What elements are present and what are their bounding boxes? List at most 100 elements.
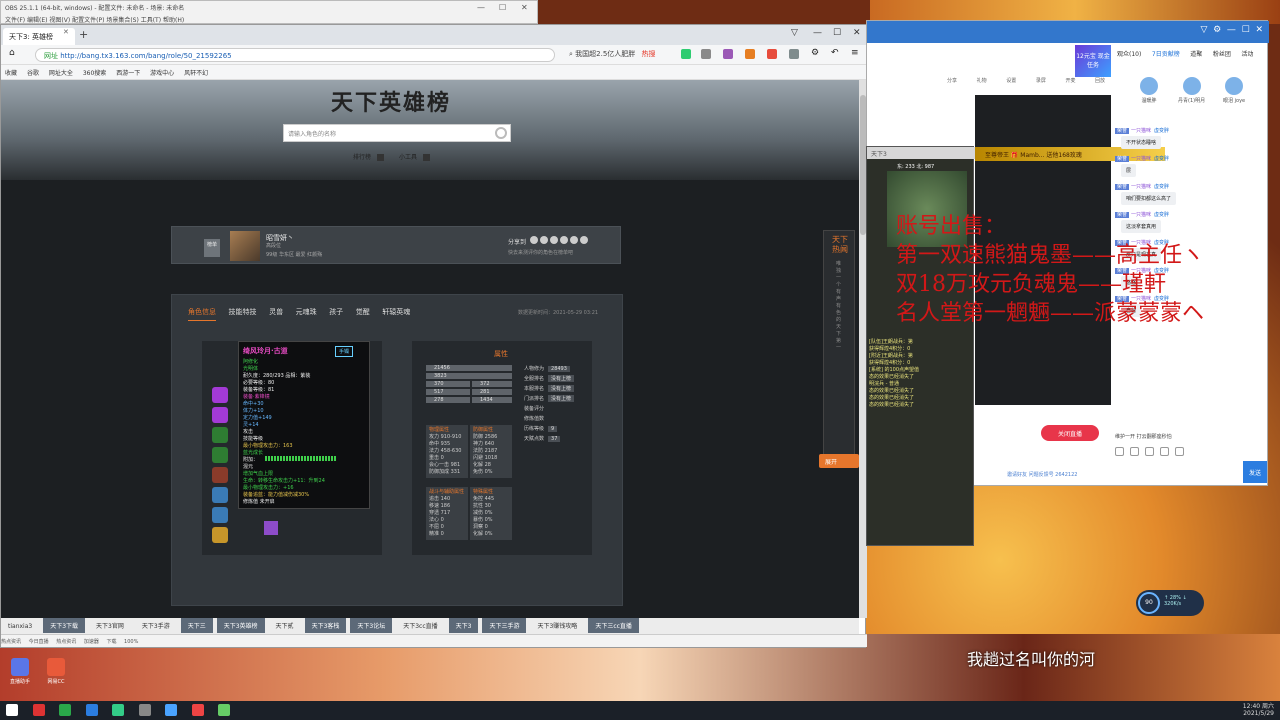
settings-icon[interactable]: ⚙ [811, 48, 819, 58]
window-controls[interactable]: ▽ ⚙ — ☐ ✕ [1200, 25, 1263, 35]
new-tab-icon[interactable]: + [79, 28, 88, 41]
tools-icon[interactable] [701, 49, 711, 59]
tab-props[interactable]: 道聚 [1190, 49, 1202, 58]
tab-children[interactable]: 孩子 [329, 307, 343, 320]
equip-slot[interactable] [212, 447, 228, 463]
desktop-icon[interactable]: 网易CC [36, 658, 76, 685]
reward-badge[interactable]: 12元宝 现金任务 [1075, 45, 1111, 77]
quick-link[interactable]: 天下三cc直播 [588, 618, 639, 633]
maximize-icon[interactable]: ☐ [499, 3, 506, 12]
browser-window[interactable]: 天下3: 英雄榜 ✕ + ▽ — ☐ ✕ ⌂ 网址 http://bang.tx… [0, 24, 867, 648]
close-live-button[interactable]: 关闭直播 [1041, 425, 1099, 441]
emoji-icon[interactable] [1130, 447, 1139, 456]
equip-slot[interactable] [212, 467, 228, 483]
share-icon[interactable] [560, 236, 568, 244]
close-icon[interactable]: ✕ [521, 3, 528, 12]
quick-link[interactable]: 天下3客栈 [304, 618, 347, 633]
quick-link[interactable]: 天下贰 [269, 618, 301, 633]
equip-slot[interactable] [212, 507, 228, 523]
game-icon[interactable] [767, 49, 777, 59]
send-button[interactable]: 发送 [1243, 461, 1267, 483]
start-icon[interactable] [6, 704, 18, 716]
bookmark-item[interactable]: 谷歌 [27, 68, 39, 77]
toolbar-settings[interactable]: 设置 [1006, 77, 1016, 84]
tab-pets[interactable]: 灵兽 [269, 307, 283, 320]
quick-link[interactable]: 天下3 [448, 618, 479, 633]
contributor[interactable]: 温暖胖 [1129, 77, 1169, 104]
bookmark-item[interactable]: 360搜索 [83, 68, 106, 77]
status-item[interactable]: 加速器 [84, 638, 99, 645]
tab-fans[interactable]: 粉丝团 [1213, 49, 1231, 58]
bookmark-item[interactable]: 风轩不幻 [184, 68, 208, 77]
rank-link[interactable]: 排行榜 [353, 152, 385, 161]
quick-link[interactable]: 天下3手游 [135, 618, 177, 633]
equip-slot[interactable] [212, 387, 228, 403]
add-icon[interactable] [580, 236, 588, 244]
status-item[interactable]: 热点资讯 [56, 638, 76, 645]
bookmark-item[interactable]: 西游一下 [116, 68, 140, 77]
tab-soul-beads[interactable]: 元魂珠 [296, 307, 317, 320]
tab-close-icon[interactable]: ✕ [63, 28, 69, 36]
grid-icon[interactable] [789, 49, 799, 59]
status-item[interactable]: 热点资讯 [1, 638, 21, 645]
browser-icon[interactable] [85, 704, 98, 716]
app-icon[interactable] [112, 704, 125, 716]
share-icon[interactable] [570, 236, 578, 244]
extension-icon[interactable] [681, 49, 691, 59]
app-icon[interactable] [191, 704, 204, 716]
gift-icon[interactable] [1160, 447, 1169, 456]
bookmark-item[interactable]: 收藏 [5, 68, 17, 77]
toolbar-mic[interactable]: 开麦 [1065, 77, 1075, 84]
quick-link[interactable]: 天下3英雄榜 [216, 618, 265, 633]
extension-icon[interactable] [723, 49, 733, 59]
quick-link[interactable]: 天下三手游 [482, 618, 527, 633]
home-icon[interactable]: ⌂ [9, 48, 15, 58]
tab-contribution[interactable]: 7日贡献榜 [1152, 49, 1180, 58]
quick-link[interactable]: 天下3下载 [43, 618, 86, 633]
toolbar-replay[interactable]: 回放 [1095, 77, 1105, 84]
image-icon[interactable] [1145, 447, 1154, 456]
quick-link[interactable]: 天下3论坛 [350, 618, 393, 633]
search-icon[interactable] [495, 127, 507, 139]
scissors-icon[interactable] [1115, 447, 1124, 456]
tab-role-info[interactable]: 角色信息 [188, 307, 216, 321]
toolbar-share[interactable]: 分享 [947, 77, 957, 84]
quick-link[interactable]: tianxia3 [1, 620, 39, 633]
app-icon[interactable] [165, 704, 178, 716]
share-icon[interactable] [540, 236, 548, 244]
bottom-links[interactable]: 邀请好友 问题反馈号 2642122 [1007, 471, 1077, 478]
share-icon[interactable] [530, 236, 538, 244]
tab-audience[interactable]: 观众(10) [1117, 49, 1141, 58]
role-search-input[interactable]: 请输入角色的名称 [283, 124, 511, 142]
equip-slot[interactable] [212, 527, 228, 543]
game-window[interactable]: 天下3 东: 233 北: 987 [队伍]王朗战兵：第 获得辉煌4积分：0 [附近… [866, 146, 975, 546]
tab-skills[interactable]: 技能特技 [229, 307, 257, 320]
contributor[interactable]: 丹青(1)明月 [1172, 77, 1212, 104]
game-titlebar[interactable]: 天下3 [867, 147, 975, 159]
system-clock[interactable]: 12:40 周六 2021/5/29 [1243, 703, 1274, 717]
zoom-level[interactable]: 100% [124, 639, 138, 645]
toolbar-record[interactable]: 录屏 [1036, 77, 1046, 84]
app-icon[interactable] [59, 704, 72, 716]
toolbar-gift[interactable]: 礼物 [977, 77, 987, 84]
app-icon[interactable] [218, 704, 231, 716]
contributor[interactable]: 眼泪 joye [1214, 77, 1254, 104]
bookmark-item[interactable]: 游戏中心 [150, 68, 174, 77]
chat-icon[interactable] [1175, 447, 1184, 456]
expand-button[interactable]: 展开 [819, 454, 859, 468]
equip-slot[interactable] [212, 487, 228, 503]
minimize-icon[interactable]: — [477, 3, 485, 12]
extension-icon[interactable] [745, 49, 755, 59]
share-icon[interactable] [550, 236, 558, 244]
pet-icon[interactable] [264, 521, 278, 535]
search-hint[interactable]: ⌕ 我国超2.5亿人肥胖 热搜 [569, 49, 656, 59]
quick-link[interactable]: 天下3赚钱攻略 [530, 618, 584, 633]
status-item[interactable]: 今日直播 [29, 638, 49, 645]
quick-link[interactable]: 天下3cc直播 [396, 618, 444, 633]
desktop-icon[interactable]: 直播助手 [0, 658, 40, 685]
tab-events[interactable]: 活动 [1241, 49, 1253, 58]
quick-link[interactable]: 天下3官网 [89, 618, 131, 633]
obs-window[interactable]: OBS 25.1.1 (64-bit, windows) - 配置文件: 未命名… [0, 0, 538, 24]
menu-icon[interactable]: ≡ [851, 48, 859, 58]
obs-menu[interactable]: 文件(F) 编辑(E) 视图(V) 配置文件(P) 场景集合(S) 工具(T) … [5, 15, 184, 24]
